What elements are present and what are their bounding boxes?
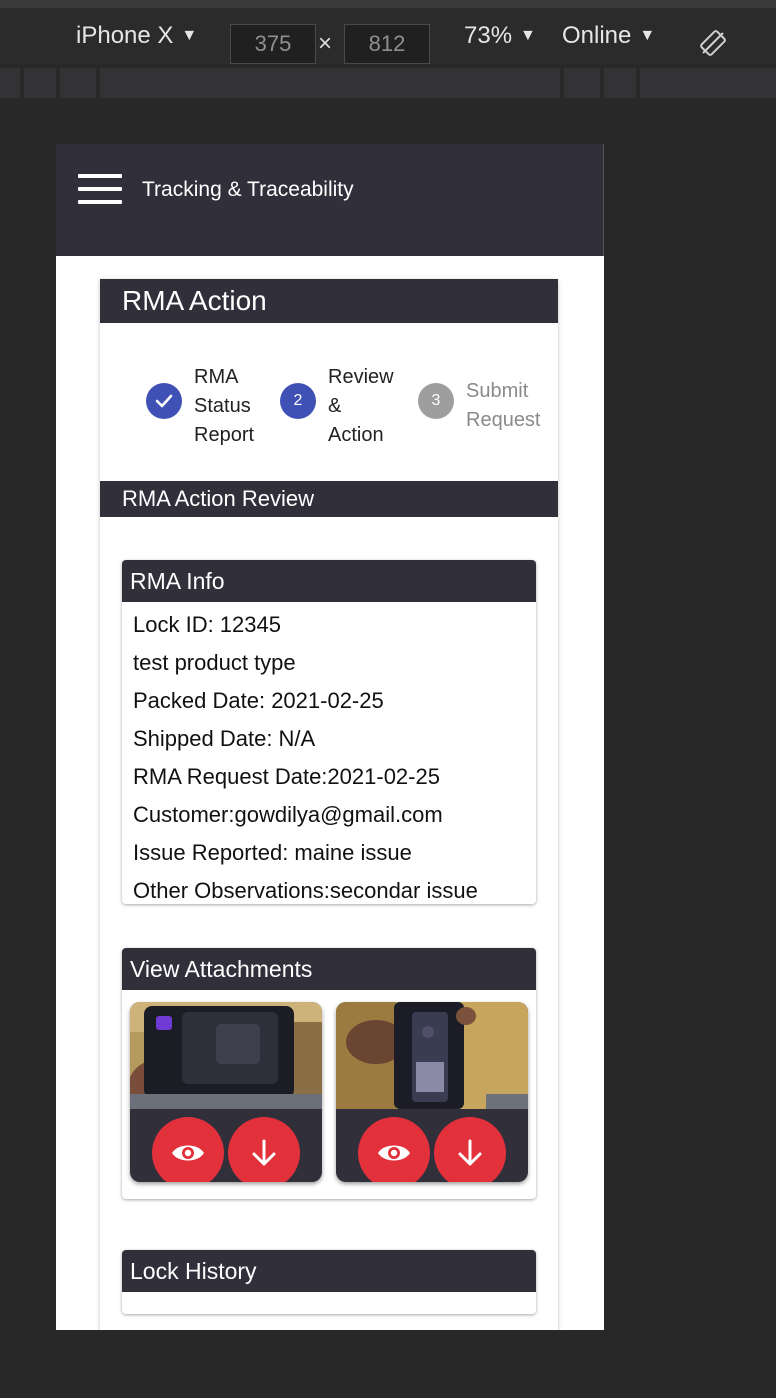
arrow-down-icon xyxy=(458,1139,482,1166)
info-customer: Customer:gowdilya@gmail.com xyxy=(133,802,443,827)
rma-info-title: RMA Info xyxy=(122,560,536,602)
attachment-item xyxy=(336,1002,528,1182)
step-label: Review & Action xyxy=(328,366,394,446)
lock-history-title: Lock History xyxy=(122,1250,536,1292)
height-input[interactable]: 812 xyxy=(344,24,430,64)
info-product-type: test product type xyxy=(133,650,296,675)
section-title: RMA Action Review xyxy=(100,481,558,517)
attachments-card: View Attachments xyxy=(122,948,536,1199)
dimension-separator: × xyxy=(318,30,333,57)
attachment-thumbnail[interactable] xyxy=(336,1002,528,1109)
stepper: RMA Status Report 2 Review & Action 3 Su… xyxy=(100,323,558,481)
devtools-toolbar: iPhone X ▼ 375 × 812 73% ▼ Online ▼ xyxy=(0,0,776,64)
network-select-label: Online xyxy=(562,22,632,49)
eye-icon xyxy=(172,1145,204,1161)
check-icon xyxy=(146,383,182,419)
device-viewport: Tracking & Traceability RMA Action RMA S… xyxy=(56,144,604,1330)
view-attachment-button[interactable] xyxy=(152,1117,224,1182)
media-query-bar xyxy=(0,64,776,100)
lock-history-card: Lock History xyxy=(122,1250,536,1314)
device-select[interactable]: iPhone X ▼ xyxy=(76,22,197,50)
network-select[interactable]: Online ▼ xyxy=(562,22,655,50)
rma-info-list: Lock ID: 12345 test product type Packed … xyxy=(122,602,536,916)
attachments-list xyxy=(122,990,536,1196)
step-submit-request[interactable]: 3 Submit Request xyxy=(418,377,541,435)
attachment-item xyxy=(130,1002,322,1182)
chevron-down-icon: ▼ xyxy=(181,27,198,44)
chevron-down-icon: ▼ xyxy=(520,27,536,44)
view-attachment-button[interactable] xyxy=(358,1117,430,1182)
info-request-date: RMA Request Date:2021-02-25 xyxy=(133,764,440,789)
download-attachment-button[interactable] xyxy=(228,1117,300,1182)
step-rma-status-report[interactable]: RMA Status Report xyxy=(146,363,254,450)
info-packed-date: Packed Date: 2021-02-25 xyxy=(133,688,384,713)
step-number: 2 xyxy=(280,383,316,419)
info-other-observations: Other Observations:secondar issue xyxy=(133,878,478,903)
attachment-thumbnail[interactable] xyxy=(130,1002,322,1115)
info-shipped-date: Shipped Date: N/A xyxy=(133,726,316,751)
zoom-select-label: 73% xyxy=(464,22,513,49)
width-input[interactable]: 375 xyxy=(230,24,316,64)
rma-info-card: RMA Info Lock ID: 12345 test product typ… xyxy=(122,560,536,904)
step-label: Submit Request xyxy=(466,380,541,431)
menu-icon[interactable] xyxy=(78,174,122,204)
device-select-label: iPhone X xyxy=(76,22,174,49)
download-attachment-button[interactable] xyxy=(434,1117,506,1182)
info-lock-id: Lock ID: 12345 xyxy=(133,612,281,637)
step-review-action[interactable]: 2 Review & Action xyxy=(280,363,394,450)
arrow-down-icon xyxy=(252,1139,276,1166)
chevron-down-icon: ▼ xyxy=(639,27,656,44)
step-number: 3 xyxy=(418,383,454,419)
rotate-icon[interactable] xyxy=(698,28,728,58)
zoom-select[interactable]: 73% ▼ xyxy=(464,22,536,50)
attachments-title: View Attachments xyxy=(122,948,536,990)
app-bar: Tracking & Traceability xyxy=(56,144,604,256)
rma-action-panel: RMA Action RMA Status Report 2 Review & … xyxy=(100,279,558,1330)
info-issue-reported: Issue Reported: maine issue xyxy=(133,840,412,865)
eye-icon xyxy=(378,1145,410,1161)
app-title: Tracking & Traceability xyxy=(142,178,354,201)
step-label: RMA Status Report xyxy=(194,366,255,446)
panel-title: RMA Action xyxy=(100,279,558,323)
